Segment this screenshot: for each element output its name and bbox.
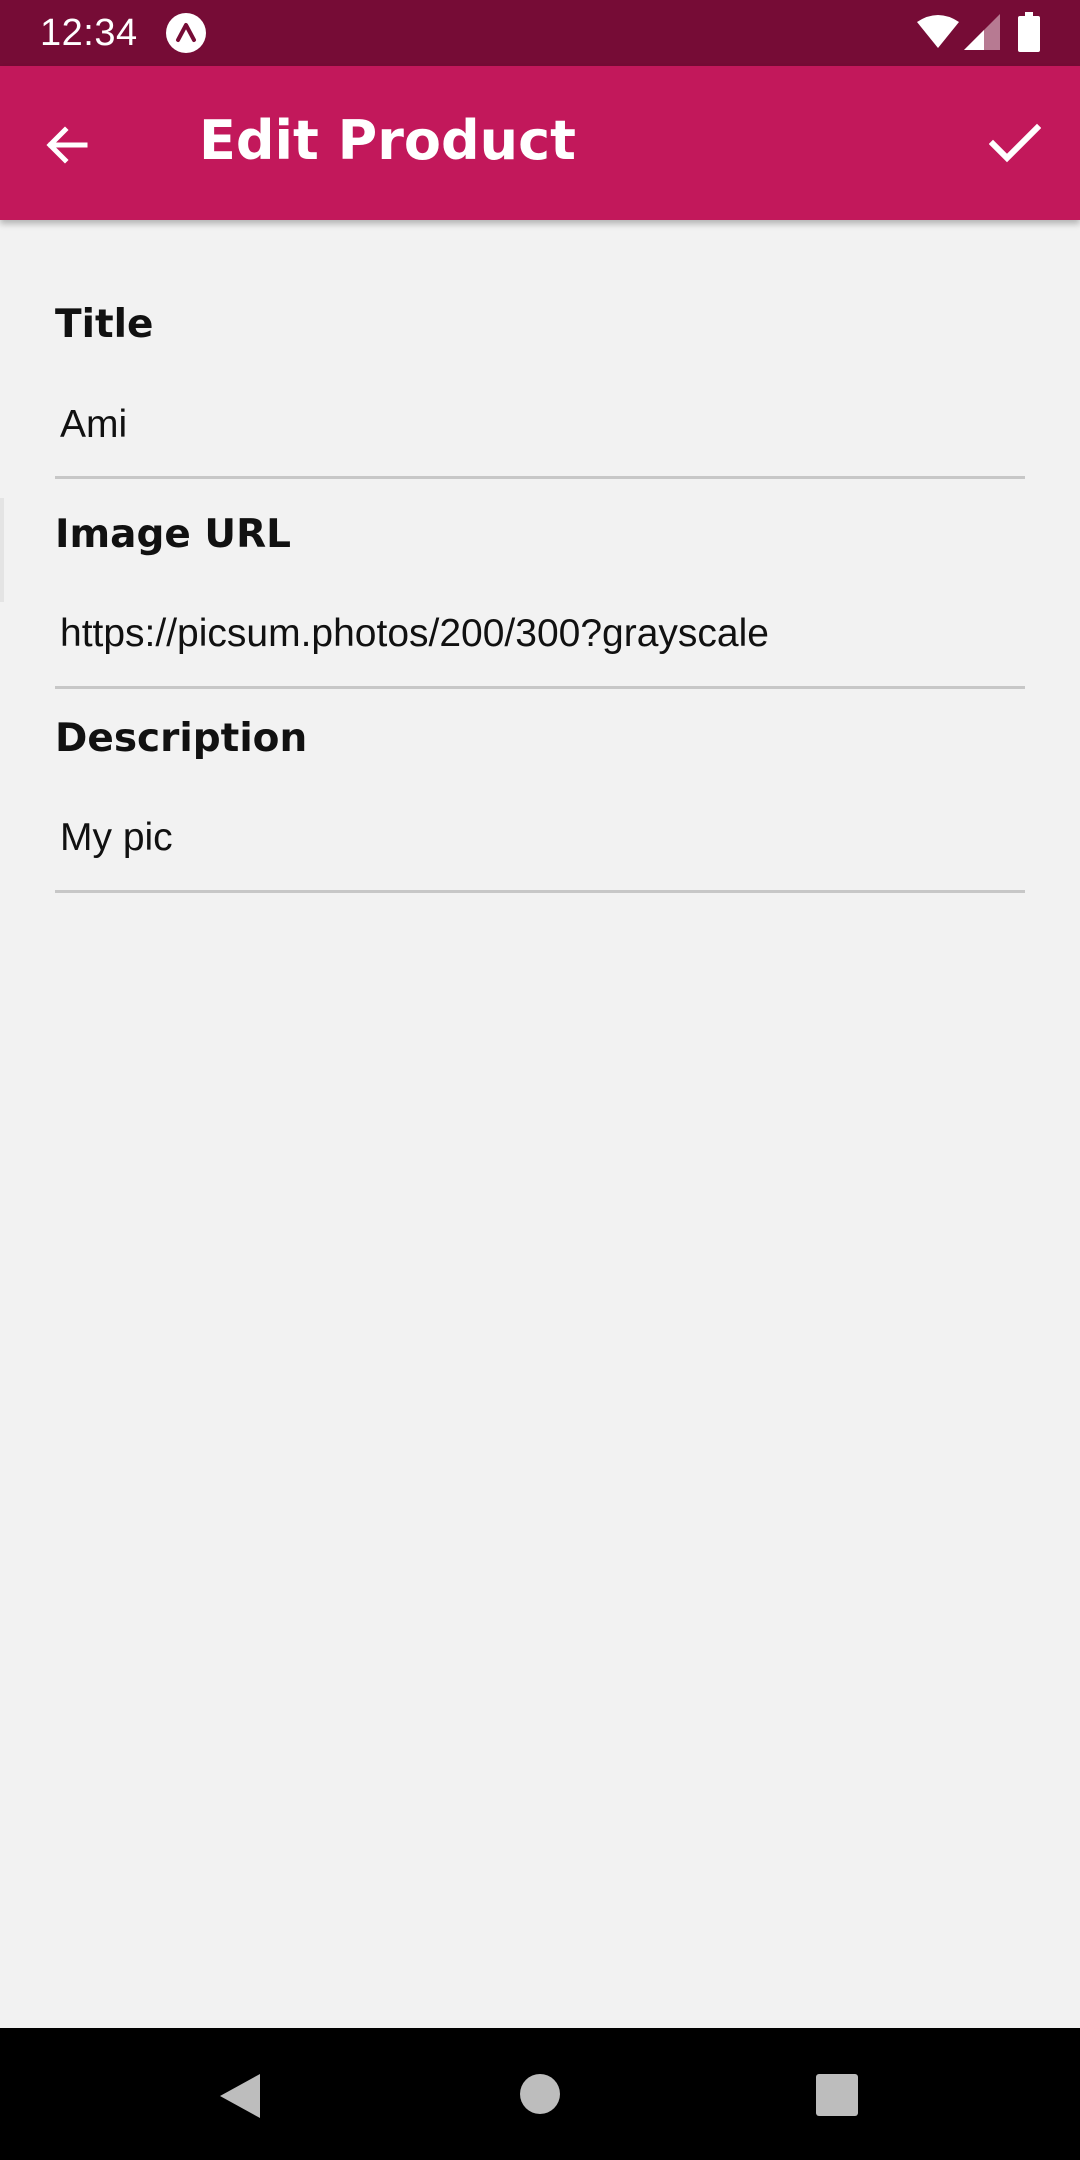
check-icon — [989, 123, 1041, 163]
image-url-field-group: Image URL — [55, 504, 1025, 708]
title-underline — [55, 476, 1025, 479]
status-bar: 12:34 — [0, 0, 1080, 66]
description-field-group: Description — [55, 708, 1025, 912]
signal-icon — [964, 14, 1000, 50]
nav-back-icon[interactable] — [218, 2072, 262, 2120]
save-button[interactable] — [982, 110, 1048, 176]
title-field-group: Title — [55, 220, 1025, 479]
description-input[interactable] — [55, 803, 1025, 873]
status-time: 12:34 — [40, 12, 138, 54]
screen: 12:34 Edit Product Title Ami Image URL h… — [0, 0, 1080, 2160]
nav-home-icon[interactable] — [520, 2074, 560, 2114]
image-url-input[interactable] — [55, 599, 1025, 669]
app-bar: Edit Product — [0, 66, 1080, 220]
wifi-icon — [917, 15, 959, 48]
title-label: Title — [55, 302, 154, 347]
image-url-underline — [55, 686, 1025, 689]
edge-shadow — [0, 498, 4, 602]
nav-recents-icon[interactable] — [816, 2074, 858, 2116]
expo-app-icon — [166, 13, 206, 53]
navigation-bar — [0, 2028, 1080, 2160]
battery-icon — [1018, 12, 1040, 52]
product-form: Title Image URL Description — [55, 220, 1025, 893]
back-button[interactable] — [34, 112, 100, 178]
arrow-back-icon — [46, 126, 88, 164]
description-label: Description — [55, 716, 308, 761]
title-input[interactable] — [55, 390, 1025, 460]
page-title: Edit Product — [199, 109, 576, 172]
image-url-label: Image URL — [55, 512, 291, 557]
description-underline — [55, 890, 1025, 893]
